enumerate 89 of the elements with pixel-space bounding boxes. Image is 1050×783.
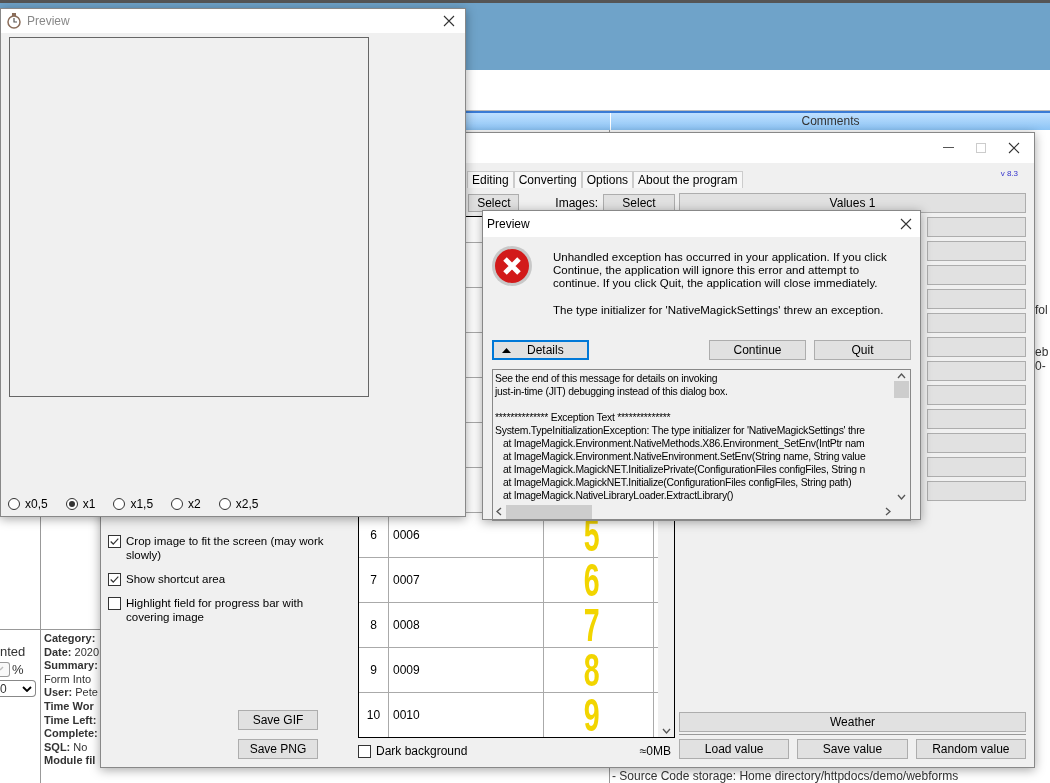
- detail-text: User: Pete: [44, 686, 98, 700]
- detail-text: Date: 2020: [44, 645, 100, 660]
- radio-button[interactable]: [218, 498, 231, 510]
- checkbox[interactable]: [108, 535, 121, 548]
- error-icon: [491, 245, 533, 287]
- details-line: just-in-time (JIT) debugging instead of this dialog box.: [495, 385, 729, 398]
- digit-image: 7: [583, 603, 600, 647]
- scroll-left-icon[interactable]: [496, 507, 502, 516]
- checkbox[interactable]: [0, 662, 10, 677]
- clock-icon: [7, 13, 21, 29]
- page-text: - Source Code storage: Home directory/httpdocs/demo/webforms: [612, 769, 959, 783]
- triangle-icon: [502, 347, 511, 353]
- close-icon[interactable]: [900, 218, 912, 230]
- error-message: Unhandled exception has occurred in your application. If you click Continue, the application will ignore this error and attempt to continue. If you click Quit, the application will close immediately.: [553, 251, 888, 290]
- window-title: Preview: [27, 14, 71, 28]
- details-line: at ImageMagick.Environment.NativeMethods.X86.Environment_SetEnv(IntPtr nam: [501, 437, 866, 450]
- select-button[interactable]: Select: [468, 194, 520, 212]
- detail-text: SQL: No: [44, 740, 88, 755]
- radio-label: x1: [82, 497, 96, 511]
- details-line: See the end of this message for details on invoking: [495, 372, 719, 385]
- cell-text: 0-: [1035, 359, 1046, 373]
- radio-button[interactable]: [171, 498, 184, 510]
- radio-label: x0,5: [25, 497, 48, 511]
- digit-image: 8: [583, 648, 600, 692]
- weather-button[interactable]: Weather: [679, 712, 1026, 732]
- detail-text: Form Into: [44, 672, 92, 687]
- scroll-thumb[interactable]: [506, 504, 592, 519]
- value-button[interactable]: Random value: [915, 739, 1026, 759]
- chevron-icon: [22, 685, 32, 692]
- tab[interactable]: Options: [581, 171, 634, 188]
- tab[interactable]: Converting: [513, 171, 582, 188]
- details-line: ************** Exception Text **************: [495, 411, 672, 424]
- details-line: at ImageMagick.MagickNET.InitializePrivate(ConfigurationFiles configFiles, String n: [501, 463, 867, 476]
- column-header: Comments: [610, 113, 1050, 130]
- memory-label: ≈0MB: [639, 744, 672, 758]
- window-title: Preview: [487, 217, 530, 231]
- detail-label: Complete:: [44, 727, 98, 741]
- percent-label: %: [12, 662, 24, 677]
- detail-label: Time Wor: [44, 699, 94, 714]
- checkbox-label: Show shortcut area: [126, 572, 227, 586]
- select-field[interactable]: 0: [0, 680, 36, 697]
- checkbox-label: Highlight field for progress bar with covering image: [126, 596, 305, 624]
- values-button[interactable]: Values 1: [679, 193, 1026, 213]
- save-button[interactable]: Save PNG: [238, 739, 318, 759]
- dialog-button[interactable]: Quit: [814, 340, 911, 360]
- cell-text: fol: [1035, 303, 1048, 317]
- scroll-up-icon[interactable]: [897, 373, 906, 379]
- checkbox-label: Crop image to fit the screen (may work slowly): [126, 534, 325, 562]
- detail-label: Category:: [44, 632, 96, 646]
- scroll-down-icon[interactable]: [661, 728, 671, 734]
- cell-text: nted: [0, 644, 27, 659]
- details-line: at ImageMagick.MagickNET.Initialize(ConfigurationFiles configFiles, String path): [501, 476, 853, 489]
- close-icon[interactable]: [443, 15, 455, 27]
- details-line: System.TypeInitializationException: The type initializer for 'NativeMagickSettings' thre: [495, 424, 866, 437]
- close-icon[interactable]: [1008, 142, 1020, 154]
- checkbox[interactable]: [108, 597, 121, 610]
- digit-image: 9: [583, 693, 600, 737]
- details-line: at ImageMagick.NativeLibraryLoader.ExtractLibrary(): [501, 489, 735, 502]
- row-number: 10: [359, 693, 389, 737]
- version-label: v 8.3: [1000, 169, 1018, 178]
- checkbox[interactable]: [358, 745, 371, 758]
- radio-button[interactable]: [113, 498, 126, 510]
- save-button[interactable]: Save GIF: [238, 710, 318, 730]
- tab[interactable]: About the program: [633, 171, 743, 188]
- details-button[interactable]: Details: [492, 340, 589, 360]
- dialog-button[interactable]: Continue: [709, 340, 806, 360]
- detail-label: Summary:: [44, 659, 98, 673]
- error-detail: The type initializer for 'NativeMagickSettings' threw an exception.: [553, 304, 885, 317]
- tab[interactable]: Editing: [467, 171, 514, 188]
- scroll-thumb[interactable]: [894, 381, 909, 398]
- radio-label: x1,5: [130, 497, 154, 511]
- detail-label: Time Left:: [44, 713, 97, 728]
- value-button[interactable]: Save value: [797, 739, 908, 759]
- checkbox[interactable]: [108, 573, 121, 586]
- scroll-right-icon[interactable]: [885, 507, 891, 516]
- images-label: Images:: [555, 196, 598, 210]
- digit-image: 6: [583, 558, 600, 602]
- radio-label: x2: [188, 497, 201, 511]
- minimize-icon[interactable]: [943, 147, 954, 149]
- detail-label: Module fil: [44, 754, 96, 768]
- table-cell: 0010: [389, 693, 544, 737]
- radio-label: x2,5: [235, 497, 259, 511]
- checkbox-label: Dark background: [376, 744, 468, 758]
- radio-button[interactable]: [8, 498, 20, 510]
- value-button[interactable]: Load value: [679, 739, 790, 759]
- scroll-down-icon[interactable]: [897, 494, 906, 500]
- radio-button[interactable]: [65, 498, 78, 510]
- cell-text: eb: [1035, 345, 1049, 359]
- details-line: at ImageMagick.Environment.NativeEnvironment.SetEnv(String name, String value: [501, 450, 867, 463]
